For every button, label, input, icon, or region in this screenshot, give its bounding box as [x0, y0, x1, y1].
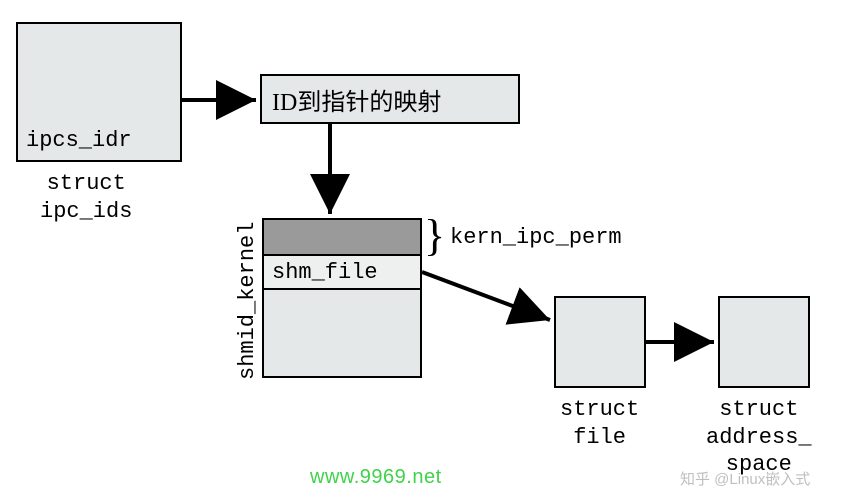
label-kern-ipc-perm: kern_ipc_perm	[450, 224, 622, 252]
segment-kern-ipc-perm	[264, 220, 420, 256]
caption-struct-address-space: struct address_ space	[706, 396, 812, 479]
segment-shm-file: shm_file	[264, 256, 420, 290]
box-shmid-kernel: shm_file	[262, 218, 422, 378]
box-id-mapping: ID到指针的映射	[260, 74, 520, 124]
text-id-mapping: ID到指针的映射	[272, 82, 441, 117]
label-shmid-kernel: shmid_kernel	[235, 222, 260, 380]
field-shm-file: shm_file	[272, 260, 378, 285]
caption-struct-file: struct file	[560, 396, 639, 451]
field-ipcs-idr: ipcs_idr	[26, 127, 132, 155]
watermark-green: www.9969.net	[310, 466, 442, 489]
caption-ipc-ids: struct ipc_ids	[40, 170, 132, 225]
box-struct-file	[554, 296, 646, 388]
box-ipcs-idr: ipcs_idr	[16, 22, 182, 162]
watermark-gray: 知乎 @Linux嵌入式	[680, 468, 810, 489]
brace-icon: }	[424, 214, 445, 258]
box-struct-address-space	[718, 296, 810, 388]
